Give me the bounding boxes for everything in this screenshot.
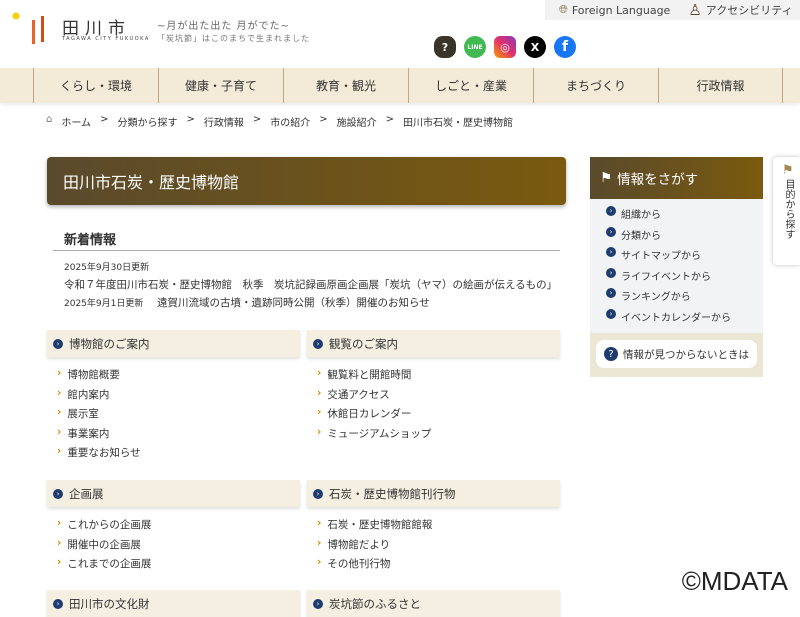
separator: > (100, 114, 109, 125)
box-tankobushi: › 炭坑節のふるさと (307, 590, 560, 617)
divider (53, 250, 560, 251)
foreign-language-link[interactable]: 🌐︎ Foreign Language (559, 3, 670, 17)
link-item[interactable]: 重要なお知らせ (57, 445, 300, 465)
faq-chat-icon[interactable]: ? (434, 36, 456, 58)
link-item[interactable]: 石炭・歴史博物館館報 (317, 517, 560, 537)
nav-shigoto[interactable]: しごと・産業 (408, 68, 533, 103)
watermark: ©MDATA (681, 566, 788, 596)
breadcrumb-home[interactable]: ホーム (61, 114, 91, 129)
box-title: 企画展 (69, 486, 104, 501)
chevron-right-icon: › (313, 598, 323, 609)
chevron-right-icon: › (53, 338, 63, 349)
link-item[interactable]: これからの企画展 (57, 517, 300, 537)
box-title: 石炭・歴史博物館刊行物 (329, 486, 456, 501)
separator: > (385, 114, 395, 125)
box-publications: › 石炭・歴史博物館刊行物 石炭・歴史博物館館報博物館だよりその他刊行物 (307, 480, 560, 576)
breadcrumb-item[interactable]: 分類から探す (117, 114, 177, 129)
city-logo-icon (12, 12, 44, 44)
nav-kurashi[interactable]: くらし・環境 (33, 68, 158, 103)
flag-icon: ⚑ (782, 163, 794, 178)
link-item[interactable]: 事業案内 (57, 426, 300, 446)
news-heading: 新着情報 (64, 233, 117, 248)
separator: > (252, 114, 262, 125)
home-icon: ⌂ (46, 114, 53, 125)
social-links: ? LINE ◎ X f (434, 36, 576, 58)
link-item[interactable]: 観覧料と開館時間 (317, 367, 560, 387)
link-item[interactable]: 館内案内 (57, 387, 300, 407)
link-item[interactable]: 博物館だより (317, 537, 560, 557)
box-museum-guide: › 博物館のご案内 博物館概要館内案内展示室事業案内重要なお知らせ (47, 330, 300, 465)
box-visit-guide: › 観覧のご案内 観覧料と開館時間交通アクセス休館日カレンダーミュージアムショップ (307, 330, 560, 445)
breadcrumb-item[interactable]: 施設紹介 (337, 114, 377, 129)
chevron-right-icon: › (313, 338, 323, 349)
link-item[interactable]: その他刊行物 (317, 556, 560, 576)
x-icon[interactable]: X (524, 36, 546, 58)
link-item[interactable]: 開催中の企画展 (57, 537, 300, 557)
search-sidebar: ⚑ 情報をさがす › 組織から › 分類から › サイトマップから › ライフイベントから… (590, 157, 763, 377)
news-date: 2025年9月30日更新 (64, 263, 150, 273)
utility-bar: 🌐︎ Foreign Language ♙ アクセシビリティ (545, 0, 800, 20)
sidebar-link[interactable]: › 分類から (606, 226, 763, 248)
breadcrumb: ⌂ ホーム > 分類から探す > 行政情報 > 市の紹介 > 施設紹介 > 田川市石炭・歴… (46, 114, 513, 129)
sidebar-title: 情報をさがす (617, 172, 699, 188)
news-link[interactable]: 令和７年度田川市石炭・歴史博物館 秋季 炭坑記録画原画企画展「炭坑（ヤマ）の絵画… (64, 277, 557, 292)
box-exhibitions: › 企画展 これからの企画展開催中の企画展これまでの企画展 (47, 480, 300, 576)
news-link[interactable]: 遠賀川流域の古墳・遺跡同時公開（秋季）開催のお知らせ (157, 295, 430, 310)
link-item[interactable]: 展示室 (57, 406, 300, 426)
slogan: ~月が出た出た 月がでた~ (157, 21, 290, 32)
link-item[interactable]: 休館日カレンダー (317, 406, 560, 426)
separator: > (319, 114, 328, 125)
box-title: 田川市の文化財 (69, 596, 150, 611)
nav-machizukuri[interactable]: まちづくり (533, 68, 658, 103)
global-nav: くらし・環境 健康・子育て 教育・観光 しごと・産業 まちづくり 行政情報 (0, 68, 800, 103)
sidebar-link[interactable]: › 組織から (606, 206, 763, 227)
globe-icon: 🌐︎ (559, 3, 568, 16)
chevron-right-icon: › (53, 488, 63, 499)
sidebar-link[interactable]: › ランキングから (606, 288, 763, 309)
nav-kyoiku[interactable]: 教育・観光 (283, 68, 408, 103)
help-button[interactable]: ? 情報が見つからないときは (596, 340, 757, 368)
news-date: 2025年9月1日更新 (64, 299, 144, 309)
box-cultural-assets: › 田川市の文化財 (47, 590, 300, 617)
box-title: 観覧のご案内 (329, 336, 398, 351)
breadcrumb-item[interactable]: 市の紹介 (270, 114, 310, 129)
box-title: 炭坑節のふるさと (329, 596, 421, 611)
breadcrumb-current: 田川市石炭・歴史博物館 (403, 118, 514, 129)
breadcrumb-item[interactable]: 行政情報 (204, 114, 244, 129)
instagram-icon[interactable]: ◎ (494, 36, 516, 58)
link-item[interactable]: ミュージアムショップ (317, 426, 560, 446)
accessibility-link[interactable]: ♙ アクセシビリティ (688, 1, 792, 19)
nav-gyosei[interactable]: 行政情報 (658, 68, 783, 103)
line-icon[interactable]: LINE (464, 36, 486, 58)
chevron-right-icon: › (53, 598, 63, 609)
flag-icon: ⚑ (600, 170, 613, 186)
separator: > (186, 114, 195, 125)
nav-kenko[interactable]: 健康・子育て (158, 68, 283, 103)
page-title: 田川市石炭・歴史博物館 (47, 157, 566, 205)
link-item[interactable]: これまでの企画展 (57, 556, 300, 576)
facebook-icon[interactable]: f (554, 36, 576, 58)
sidebar-link[interactable]: › イベントカレンダーから (606, 308, 763, 330)
sidebar-link[interactable]: › サイトマップから (606, 247, 763, 268)
accessibility-person-icon: ♙ (688, 1, 702, 19)
link-item[interactable]: 交通アクセス (317, 387, 560, 407)
chevron-right-icon: › (313, 488, 323, 499)
question-icon: ? (604, 347, 618, 361)
link-item[interactable]: 博物館概要 (57, 367, 300, 387)
sidebar-link[interactable]: › ライフイベントから (606, 267, 763, 289)
slogan-sub: 「炭坑節」はこのまちで生まれました (157, 34, 310, 43)
box-title: 博物館のご案内 (69, 336, 150, 351)
logo-subtext: TAGAWA CITY FUKUOKA (62, 36, 150, 42)
